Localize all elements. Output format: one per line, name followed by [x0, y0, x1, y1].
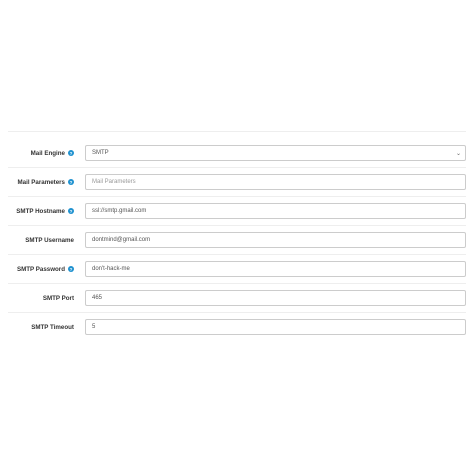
form-row-smtp-hostname: SMTP Hostname ? ssl://smtp.gmail.com [8, 197, 466, 226]
smtp-port-input[interactable]: 465 [85, 290, 466, 306]
help-icon[interactable]: ? [68, 266, 74, 272]
smtp-timeout-input[interactable]: 5 [85, 319, 466, 335]
chevron-down-icon: ⌄ [455, 150, 461, 157]
form-row-smtp-timeout: SMTP Timeout 5 [8, 313, 466, 342]
mail-engine-select[interactable]: SMTP ⌄ [85, 145, 466, 161]
help-icon[interactable]: ? [68, 179, 74, 185]
smtp-password-input[interactable]: don't-hack-me [85, 261, 466, 277]
form-row-smtp-password: SMTP Password ? don't-hack-me [8, 255, 466, 284]
form-row-smtp-username: SMTP Username dontmind@gmail.com [8, 226, 466, 255]
smtp-username-label: SMTP Username [25, 236, 74, 244]
help-icon[interactable]: ? [68, 150, 74, 156]
form-row-mail-engine: Mail Engine ? SMTP ⌄ [8, 139, 466, 168]
mail-settings-form: Mail Engine ? SMTP ⌄ Mail Parameters ? M… [8, 132, 466, 342]
smtp-password-label: SMTP Password ? [16, 265, 74, 273]
mail-parameters-input[interactable]: Mail Parameters [85, 174, 466, 190]
form-row-mail-parameters: Mail Parameters ? Mail Parameters [8, 168, 466, 197]
smtp-port-label: SMTP Port [42, 294, 74, 302]
smtp-hostname-label: SMTP Hostname ? [16, 207, 74, 215]
smtp-username-input[interactable]: dontmind@gmail.com [85, 232, 466, 248]
mail-engine-label: Mail Engine ? [30, 149, 74, 157]
form-row-smtp-port: SMTP Port 465 [8, 284, 466, 313]
smtp-hostname-input[interactable]: ssl://smtp.gmail.com [85, 203, 466, 219]
smtp-timeout-label: SMTP Timeout [31, 323, 74, 331]
help-icon[interactable]: ? [68, 208, 74, 214]
mail-parameters-label: Mail Parameters ? [17, 178, 74, 186]
